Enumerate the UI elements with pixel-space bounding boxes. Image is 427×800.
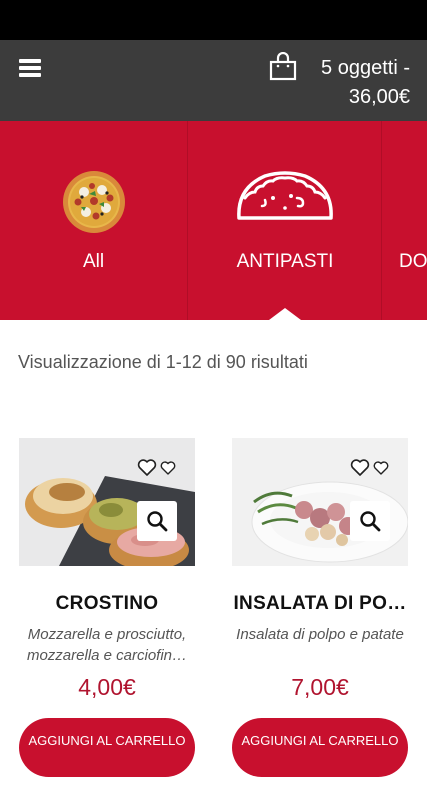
category-label: All [82, 251, 105, 272]
category-strip: All ANTIPASTI DO [0, 121, 427, 320]
product-price: 4,00€ [78, 674, 136, 700]
category-antipasti[interactable]: ANTIPASTI [189, 121, 382, 320]
results-count: Visualizzazione di 1-12 di 90 risultati [18, 352, 308, 372]
product-price: 7,00€ [291, 674, 349, 700]
add-to-cart-button[interactable]: AGGIUNGI AL CARRELLO [19, 718, 195, 777]
zoom-button[interactable] [350, 501, 390, 541]
pizza-icon [63, 171, 125, 233]
cart-summary[interactable]: 5 oggetti - 36,00€ [260, 50, 410, 112]
cart-count: 5 oggetti - [321, 57, 410, 79]
empanada-icon [237, 171, 333, 220]
category-label: ANTIPASTI [236, 251, 334, 272]
product-description: Insalata di polpo e patate [236, 626, 404, 643]
cart-total: 36,00€ [348, 86, 410, 108]
category-label: DO [399, 251, 427, 272]
active-category-pointer [269, 308, 301, 320]
status-bar [0, 0, 427, 40]
zoom-button[interactable] [137, 501, 177, 541]
wishlist-heart-icon[interactable] [350, 458, 390, 478]
shopping-bag-icon [269, 52, 297, 81]
product-title[interactable]: CROSTINO [11, 593, 203, 615]
wishlist-heart-icon[interactable] [137, 458, 177, 478]
product-card: INSALATA DI PO… Insalata di polpo e pata… [232, 438, 408, 784]
app-header: 5 oggetti - 36,00€ [0, 40, 427, 121]
category-all[interactable]: All [0, 121, 188, 320]
magnifier-icon [360, 511, 381, 532]
menu-icon[interactable] [19, 57, 43, 79]
magnifier-icon [147, 511, 168, 532]
product-card: CROSTINO Mozzarella e prosciutto, mozzar… [19, 438, 195, 784]
product-description: Mozzarella e prosciutto, mozzarella e ca… [26, 626, 188, 664]
category-dolci[interactable]: DO [383, 121, 427, 320]
product-title[interactable]: INSALATA DI PO… [224, 593, 416, 615]
add-to-cart-button[interactable]: AGGIUNGI AL CARRELLO [232, 718, 408, 777]
